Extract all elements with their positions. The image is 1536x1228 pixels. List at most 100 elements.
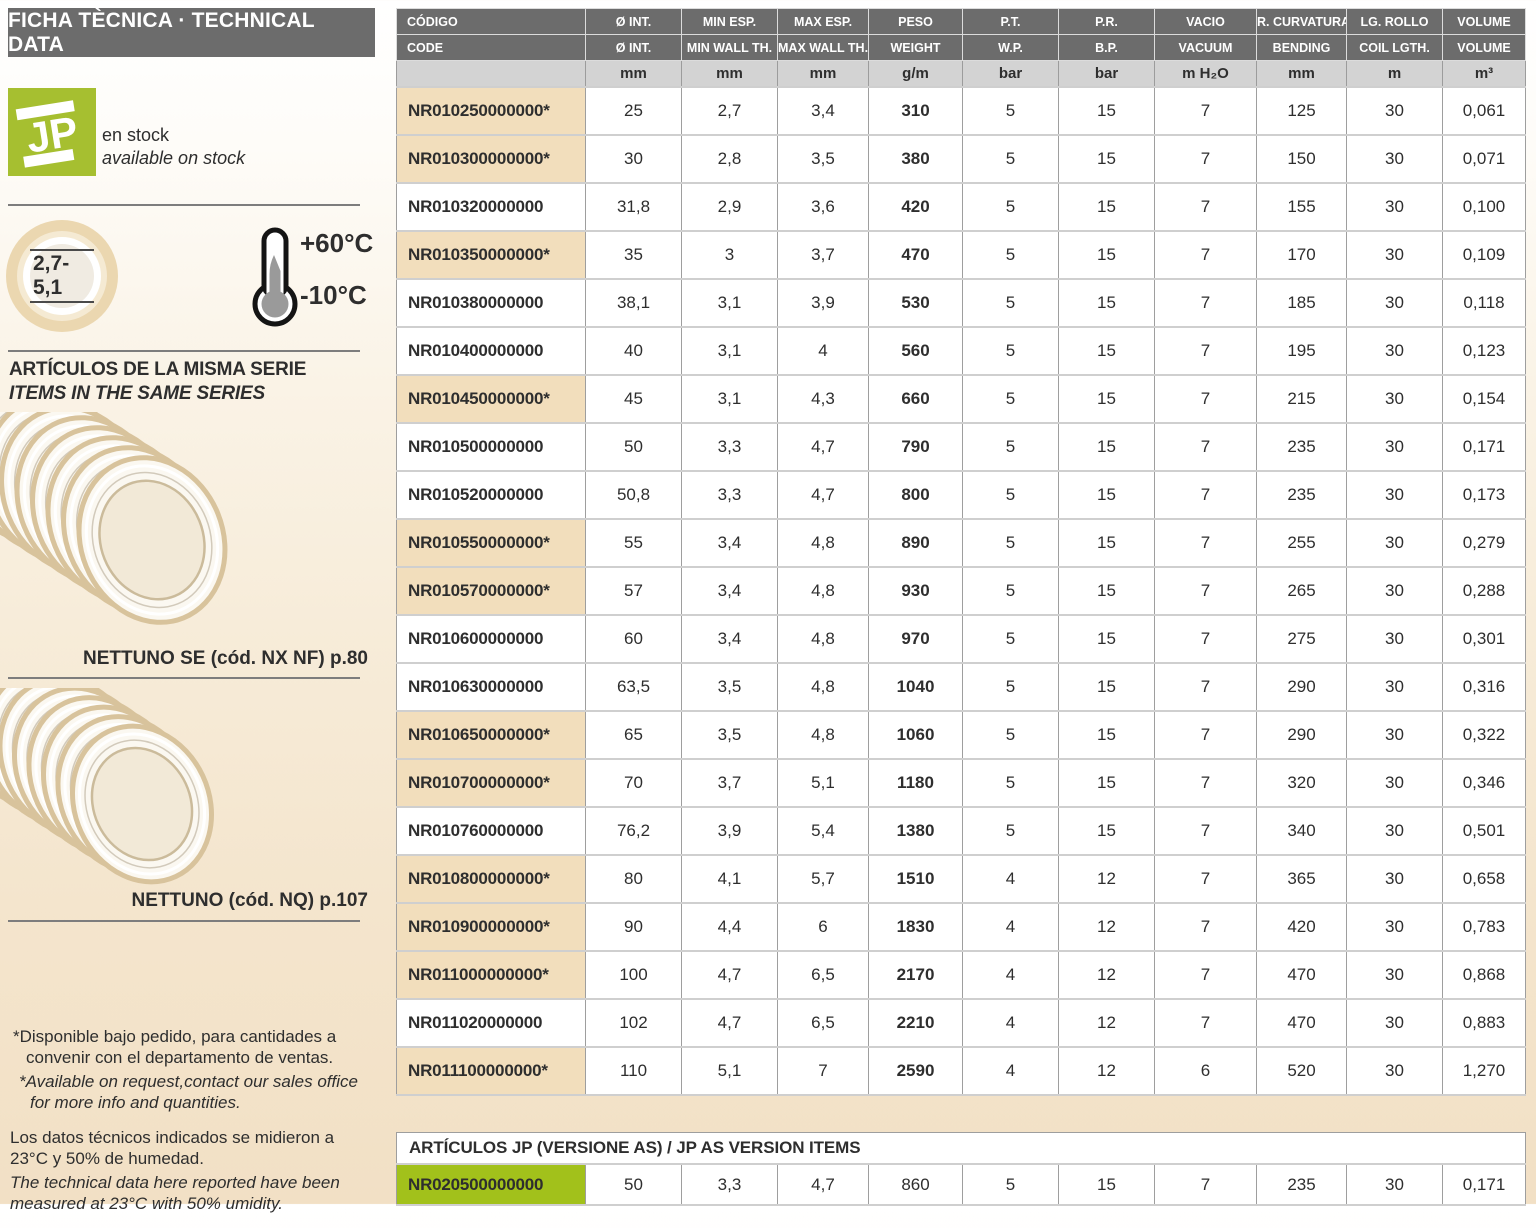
value-cell: 5	[962, 278, 1059, 328]
value-cell: 12	[1058, 998, 1155, 1048]
table-row: NR010450000000* 45 3,1 4,3 660 5 15 7 215 30 0,154	[396, 374, 1526, 424]
value-cell: 0,288	[1442, 566, 1526, 616]
header-cell: B.P.	[1058, 34, 1155, 61]
value-cell: 1380	[868, 806, 963, 856]
code-cell: NR010650000000*	[396, 710, 586, 760]
table-row: NR010900000000* 90 4,4 6 1830 4 12 7 420 30 0,783	[396, 902, 1526, 952]
value-cell: 0,301	[1442, 614, 1526, 664]
divider	[8, 204, 360, 206]
value-cell: 290	[1256, 662, 1347, 712]
value-cell: 12	[1058, 902, 1155, 952]
value-cell: 76,2	[585, 806, 682, 856]
value-cell: 30	[1346, 134, 1443, 184]
value-cell: 5	[962, 758, 1059, 808]
header-row: CÓDIGO Ø INT. MIN ESP. MAX ESP. PESO P.T. P.R.…	[396, 8, 1526, 35]
value-cell: 12	[1058, 1046, 1155, 1096]
jp-stock-logo-icon: JP	[8, 88, 96, 176]
value-cell: 5	[962, 86, 1059, 136]
value-cell: 5	[962, 518, 1059, 568]
series-title-en: ITEMS IN THE SAME SERIES	[9, 383, 265, 404]
value-cell: 3,5	[777, 134, 869, 184]
header-cell: LG. ROLLO	[1346, 8, 1443, 35]
code-cell: NR011100000000*	[396, 1046, 586, 1096]
value-cell: 0,783	[1442, 902, 1526, 952]
value-cell: 1060	[868, 710, 963, 760]
code-cell: NR010500000000	[396, 422, 586, 472]
value-cell: 7	[1154, 950, 1257, 1000]
value-cell: 15	[1058, 374, 1155, 424]
value-cell: 65	[585, 710, 682, 760]
value-cell: 6,5	[777, 998, 869, 1048]
value-cell: 3,5	[681, 662, 778, 712]
value-cell: 1510	[868, 854, 963, 904]
value-cell: 110	[585, 1046, 682, 1096]
value-cell: 15	[1058, 86, 1155, 136]
value-cell: 15	[1058, 518, 1155, 568]
value-cell: 3,4	[681, 614, 778, 664]
table-row: NR010320000000 31,8 2,9 3,6 420 5 15 7 155 30 0,10…	[396, 182, 1526, 232]
value-cell: 55	[585, 518, 682, 568]
code-cell: NR010700000000*	[396, 758, 586, 808]
value-cell: 30	[1346, 806, 1443, 856]
value-cell: 5	[962, 374, 1059, 424]
unit-cell	[396, 60, 586, 88]
code-cell: NR010250000000*	[396, 86, 586, 136]
value-cell: 15	[1058, 806, 1155, 856]
value-cell: 4,7	[777, 422, 869, 472]
value-cell: 63,5	[585, 662, 682, 712]
value-cell: 30	[1346, 1046, 1443, 1096]
value-cell: 7	[1154, 86, 1257, 136]
value-cell: 530	[868, 278, 963, 328]
header-cell: CÓDIGO	[396, 8, 586, 35]
divider	[8, 350, 360, 352]
header-cell: P.R.	[1058, 8, 1155, 35]
value-cell: 50,8	[585, 470, 682, 520]
code-cell: NR010350000000*	[396, 230, 586, 280]
value-cell: 3,3	[681, 422, 778, 472]
value-cell: 7	[1154, 614, 1257, 664]
unit-cell: bar	[1058, 60, 1155, 88]
value-cell: 185	[1256, 278, 1347, 328]
value-cell: 30	[1346, 998, 1443, 1048]
value-cell: 7	[1154, 230, 1257, 280]
unit-cell: mm	[681, 60, 778, 88]
code-cell: NR010800000000*	[396, 854, 586, 904]
value-cell: 170	[1256, 230, 1347, 280]
table-row: NR010650000000* 65 3,5 4,8 1060 5 15 7 290 30 0,32…	[396, 710, 1526, 760]
value-cell: 0,123	[1442, 326, 1526, 376]
table-row: NR010350000000* 35 3 3,7 470 5 15 7 170 30 0,109	[396, 230, 1526, 280]
value-cell: 4,7	[777, 1163, 869, 1206]
value-cell: 3,5	[681, 710, 778, 760]
value-cell: 4,3	[777, 374, 869, 424]
value-cell: 5	[962, 230, 1059, 280]
unit-cell: mm	[777, 60, 869, 88]
value-cell: 4	[962, 1046, 1059, 1096]
value-cell: 660	[868, 374, 963, 424]
value-cell: 2590	[868, 1046, 963, 1096]
header-cell: VACIO	[1154, 8, 1257, 35]
value-cell: 3,4	[681, 518, 778, 568]
value-cell: 4,8	[777, 566, 869, 616]
code-cell: NR020500000000	[396, 1163, 586, 1206]
value-cell: 0,316	[1442, 662, 1526, 712]
value-cell: 7	[1154, 806, 1257, 856]
value-cell: 3,3	[681, 1163, 778, 1206]
header-cell: R. CURVATURA	[1256, 8, 1347, 35]
value-cell: 0,868	[1442, 950, 1526, 1000]
value-cell: 30	[1346, 614, 1443, 664]
value-cell: 1830	[868, 902, 963, 952]
value-cell: 0,100	[1442, 182, 1526, 232]
value-cell: 15	[1058, 326, 1155, 376]
value-cell: 4	[962, 902, 1059, 952]
hose-illustration-nettuno-se	[0, 412, 228, 625]
code-cell: NR010300000000*	[396, 134, 586, 184]
value-cell: 7	[1154, 470, 1257, 520]
code-cell: NR010400000000	[396, 326, 586, 376]
table-row: NR011100000000* 110 5,1 7 2590 4 12 6 520 30 1,270	[396, 1046, 1526, 1096]
value-cell: 0,346	[1442, 758, 1526, 808]
value-cell: 30	[1346, 326, 1443, 376]
value-cell: 800	[868, 470, 963, 520]
value-cell: 5	[962, 806, 1059, 856]
value-cell: 0,154	[1442, 374, 1526, 424]
value-cell: 15	[1058, 134, 1155, 184]
